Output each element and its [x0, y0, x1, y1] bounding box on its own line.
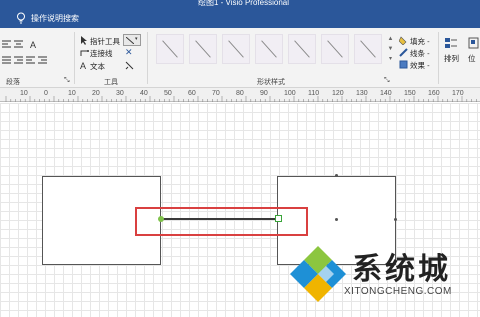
ruler-tick-label: 120	[332, 90, 344, 97]
effects-label: 效果	[410, 61, 425, 70]
text-icon: A	[80, 61, 86, 70]
group-separator	[147, 32, 148, 84]
watermark-brand: 系统城	[352, 252, 451, 287]
ruler-tick-label: 80	[236, 90, 244, 97]
line-icon	[126, 37, 134, 44]
shape-style-option[interactable]	[189, 34, 217, 64]
position-icon	[468, 37, 479, 49]
text-tool-button[interactable]: 文本	[90, 61, 105, 72]
paragraph-group-label: 段落	[6, 79, 20, 86]
pointer-tool-button[interactable]: 指针工具	[90, 36, 120, 47]
align-center-icon[interactable]	[14, 40, 23, 49]
ruler-tick-label: 50	[164, 90, 172, 97]
horizontal-ruler: 10 0 10 20 30 40 50 60 70 80 90 100 110 120 130 140 150 1…	[0, 88, 480, 102]
line-tool-button[interactable]: ▾	[123, 34, 141, 46]
dropdown-arrow-icon: ▾	[135, 36, 138, 42]
align-left-icon[interactable]	[2, 40, 11, 49]
watermark-url: XITONGCHENG.COM	[344, 286, 452, 297]
title-bar: 绘图1 - Visio Professional	[0, 0, 480, 8]
svg-text:A: A	[30, 40, 36, 49]
gallery-scroll[interactable]: ▲ ▼ ▾	[386, 34, 395, 66]
tell-me-search[interactable]: 操作说明搜索	[31, 13, 79, 24]
ruler-tick-label: 130	[356, 90, 368, 97]
window-title: 绘图1 - Visio Professional	[198, 0, 289, 7]
tell-me-bar: 操作说明搜索	[0, 8, 480, 28]
connector-tool-button[interactable]: 连接线	[90, 48, 113, 59]
ruler-tick-label: 170	[452, 90, 464, 97]
position-button[interactable]: 位	[468, 53, 476, 64]
ruler-tick-label: 140	[380, 90, 392, 97]
gallery-down-icon[interactable]: ▼	[386, 44, 395, 54]
ruler-tick-label: 110	[308, 90, 320, 97]
fill-button[interactable]: 填充 -	[410, 36, 430, 47]
fill-label: 填充	[410, 37, 425, 46]
highlight-box	[135, 207, 308, 236]
shape-style-option[interactable]	[255, 34, 283, 64]
ruler-tick-label: 60	[188, 90, 196, 97]
increase-indent-icon[interactable]	[38, 56, 47, 65]
ruler-tick-label: 160	[428, 90, 440, 97]
ruler-tick-label: 0	[44, 90, 48, 97]
effects-icon	[399, 60, 408, 69]
shape-style-option[interactable]	[156, 34, 184, 64]
shape-style-option[interactable]	[321, 34, 349, 64]
effects-button[interactable]: 效果 -	[410, 60, 430, 71]
ruler-tick-label: 30	[116, 90, 124, 97]
close-x-icon[interactable]: ✕	[125, 47, 133, 58]
indent-icon[interactable]	[14, 56, 23, 65]
line-button[interactable]: 线条 -	[410, 48, 430, 59]
arrange-icon	[445, 38, 457, 48]
bullets-icon[interactable]	[2, 56, 11, 65]
gallery-up-icon[interactable]: ▲	[386, 34, 395, 44]
ruler-tick-label: 10	[20, 90, 28, 97]
gallery-more-icon[interactable]: ▾	[386, 54, 395, 64]
paragraph-dialog-launcher-icon[interactable]: ⤡	[64, 77, 70, 85]
ruler-tick-label: 100	[284, 90, 296, 97]
connection-point-icon[interactable]	[125, 61, 134, 70]
shape-style-option[interactable]	[222, 34, 250, 64]
selection-handle[interactable]	[335, 174, 338, 177]
ribbon: A 段落 ⤡ 指针工具 ▾ 连接线 ✕ A 文本 工具 ▲ ▼ ▾ 形状样式 ⤡…	[0, 28, 480, 88]
fill-bucket-icon	[399, 36, 407, 45]
watermark-logo-icon	[290, 246, 346, 302]
svg-text:A: A	[80, 61, 86, 70]
ruler-tick-label: 150	[404, 90, 416, 97]
tools-group-label: 工具	[104, 79, 118, 86]
ruler-tick-label: 70	[212, 90, 220, 97]
decrease-indent-icon[interactable]	[26, 56, 35, 65]
shape-styles-gallery	[152, 34, 394, 68]
ruler-tick-label: 20	[92, 90, 100, 97]
pointer-tool-icon	[81, 36, 87, 45]
group-separator	[74, 32, 75, 84]
connector-icon	[80, 50, 89, 56]
ruler-tick-label: 90	[260, 90, 268, 97]
selection-handle[interactable]	[335, 218, 338, 221]
lightbulb-icon	[17, 12, 25, 24]
group-separator	[438, 32, 439, 84]
selection-handle[interactable]	[394, 218, 397, 221]
watermark: 系统城 XITONGCHENG.COM	[288, 244, 480, 317]
line-label: 线条	[410, 49, 425, 58]
arrange-button[interactable]: 排列	[444, 53, 459, 64]
line-pen-icon	[399, 48, 408, 57]
shape-style-option[interactable]	[354, 34, 382, 64]
ruler-tick-label: 40	[140, 90, 148, 97]
shape-styles-group-label: 形状样式	[257, 79, 285, 86]
ruler-tick-label: 10	[68, 90, 76, 97]
shape-style-option[interactable]	[288, 34, 316, 64]
shape-styles-dialog-launcher-icon[interactable]: ⤡	[384, 77, 390, 85]
font-size-icon[interactable]: A	[30, 40, 39, 49]
